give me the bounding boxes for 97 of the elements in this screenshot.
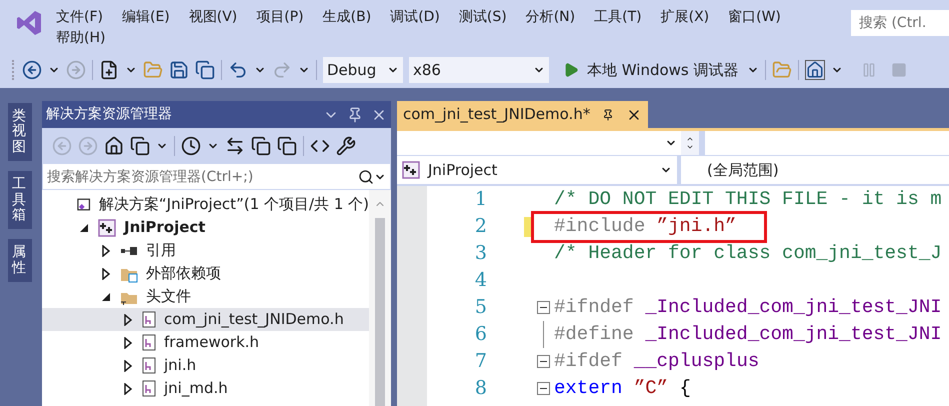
side-tab[interactable]: 属性 bbox=[8, 239, 32, 282]
project-icon bbox=[98, 218, 116, 236]
line-number: 2 bbox=[474, 214, 487, 240]
home-icon[interactable] bbox=[804, 60, 824, 80]
pin-icon[interactable] bbox=[602, 108, 614, 120]
scope-dropdown[interactable]: (全局范围) bbox=[681, 158, 949, 182]
menu-item[interactable]: 测试(S) bbox=[458, 6, 507, 28]
configuration-dropdown[interactable]: Debug bbox=[323, 57, 403, 83]
code-line: /* DO NOT EDIT THIS FILE - it is m bbox=[554, 187, 942, 212]
pending-changes-icon[interactable] bbox=[181, 136, 201, 156]
line-number: 7 bbox=[474, 349, 487, 374]
search-box[interactable]: 搜索解决方案资源管理器(Ctrl+;) bbox=[42, 163, 391, 190]
collapsed-arrow-icon[interactable] bbox=[101, 268, 111, 280]
references-icon bbox=[120, 246, 138, 256]
platform-dropdown[interactable]: x86 bbox=[409, 57, 549, 83]
side-tab[interactable]: 类视图 bbox=[8, 103, 32, 162]
header-file-icon bbox=[142, 311, 156, 328]
tree-item-label: framework.h bbox=[164, 332, 260, 354]
menu-item[interactable]: 扩展(X) bbox=[660, 6, 710, 28]
search-field[interactable]: 搜索 (Ctrl. bbox=[851, 10, 949, 36]
expanded-arrow-icon[interactable] bbox=[101, 292, 111, 302]
menu-item[interactable]: 工具(T) bbox=[594, 6, 642, 28]
play-icon bbox=[563, 62, 579, 78]
line-number: 4 bbox=[474, 268, 487, 294]
save-all-icon[interactable] bbox=[195, 60, 215, 80]
collapsed-arrow-icon[interactable] bbox=[123, 314, 133, 326]
tree-item[interactable]: 引用 bbox=[42, 239, 369, 262]
save-icon[interactable] bbox=[169, 60, 189, 80]
code-line: extern ”C” { bbox=[554, 376, 691, 402]
menu-item[interactable]: 帮助(H) bbox=[56, 28, 843, 49]
tree-item-label: JniProject bbox=[124, 217, 206, 238]
collapsed-arrow-icon[interactable] bbox=[101, 244, 111, 256]
tree-item-label: 头文件 bbox=[146, 286, 191, 308]
code-line: #define _Included_com_jni_test_JNI bbox=[554, 322, 942, 348]
tree-item[interactable]: jni_md.h bbox=[42, 377, 369, 400]
tree-item[interactable]: 解决方案“JniProject”(1 个项目/共 1 个) bbox=[42, 193, 369, 216]
collapsed-arrow-icon[interactable] bbox=[123, 360, 133, 372]
menu-item[interactable]: 文件(F) bbox=[56, 6, 103, 28]
collapsed-arrow-icon[interactable] bbox=[123, 336, 133, 348]
line-number: 3 bbox=[474, 241, 487, 266]
tree-item-label: 外部依赖项 bbox=[146, 263, 221, 284]
tree-item[interactable]: JniProject bbox=[42, 216, 369, 239]
code-line: /* Header for class com_jni_test_J bbox=[554, 241, 942, 266]
tree-item-label: jni_md.h bbox=[164, 378, 228, 400]
menu-item[interactable]: 分析(N) bbox=[526, 6, 576, 28]
logo-icon bbox=[16, 10, 42, 36]
home-icon[interactable] bbox=[104, 136, 124, 156]
undo-icon[interactable] bbox=[228, 60, 248, 80]
line-number: 8 bbox=[474, 376, 487, 402]
collapse-icon[interactable] bbox=[536, 355, 550, 368]
tree-item[interactable]: jni.h bbox=[42, 354, 369, 377]
line-number: 5 bbox=[474, 295, 487, 320]
properties-icon[interactable] bbox=[336, 136, 356, 156]
run-button[interactable]: 本地 Windows 调试器 bbox=[563, 58, 758, 82]
tree-item-label: jni.h bbox=[164, 355, 196, 376]
tree-item-label: 引用 bbox=[146, 240, 176, 262]
tree-item[interactable]: com_jni_test_JNIDemo.h bbox=[42, 308, 369, 331]
menu-item[interactable]: 窗口(W) bbox=[728, 6, 781, 28]
code-line: #include ”jni.h” bbox=[554, 214, 736, 240]
header-file-icon bbox=[142, 380, 156, 397]
search-field[interactable]: 搜索解决方案资源管理器(Ctrl+;) bbox=[43, 164, 358, 189]
side-tab[interactable]: 工具箱 bbox=[8, 171, 32, 230]
tree-item[interactable]: 头文件 bbox=[42, 285, 369, 308]
pin-icon[interactable] bbox=[347, 106, 363, 122]
show-all-files-icon[interactable] bbox=[277, 136, 297, 156]
scrollbar-thumb[interactable] bbox=[375, 218, 385, 406]
header-file-icon bbox=[142, 357, 156, 374]
sync-icon[interactable] bbox=[225, 136, 245, 156]
tree-item-label: com_jni_test_JNIDemo.h bbox=[164, 309, 344, 330]
menu-item[interactable]: 项目(P) bbox=[256, 6, 304, 28]
scrollbar[interactable] bbox=[369, 190, 391, 406]
expanded-arrow-icon[interactable] bbox=[79, 222, 89, 232]
collapse-icon[interactable] bbox=[536, 382, 550, 395]
editor-tab[interactable]: com_jni_test_JNIDemo.h* bbox=[397, 101, 648, 128]
project-icon bbox=[402, 161, 420, 179]
new-file-icon[interactable] bbox=[99, 60, 119, 80]
line-number: 1 bbox=[474, 187, 487, 212]
line-number: 6 bbox=[474, 322, 487, 348]
header-file-icon bbox=[142, 334, 156, 351]
collapsed-arrow-icon[interactable] bbox=[123, 382, 133, 394]
menu-item[interactable]: 编辑(E) bbox=[122, 6, 170, 28]
tree-item[interactable]: 外部依赖项 bbox=[42, 262, 369, 285]
menu-item[interactable]: 生成(B) bbox=[322, 6, 372, 28]
toolbar-grip bbox=[12, 60, 16, 80]
tree-item[interactable]: framework.h bbox=[42, 331, 369, 354]
tree-item-label: 解决方案“JniProject”(1 个项目/共 1 个) bbox=[98, 194, 369, 216]
switch-views-icon[interactable] bbox=[130, 136, 150, 156]
collapse-icon[interactable] bbox=[536, 301, 550, 314]
back-icon[interactable] bbox=[22, 60, 42, 80]
code-line: #ifdef __cplusplus bbox=[554, 349, 760, 374]
menu-item[interactable]: 调试(D) bbox=[390, 6, 440, 28]
solution-icon bbox=[76, 196, 91, 212]
panel-title: 解决方案资源管理器 bbox=[46, 105, 172, 124]
search-icon[interactable] bbox=[358, 168, 374, 184]
code-line: #ifndef _Included_com_jni_test_JNI bbox=[554, 295, 942, 320]
collapse-all-icon[interactable] bbox=[251, 136, 271, 156]
menu-item[interactable]: 视图(V) bbox=[188, 6, 238, 28]
